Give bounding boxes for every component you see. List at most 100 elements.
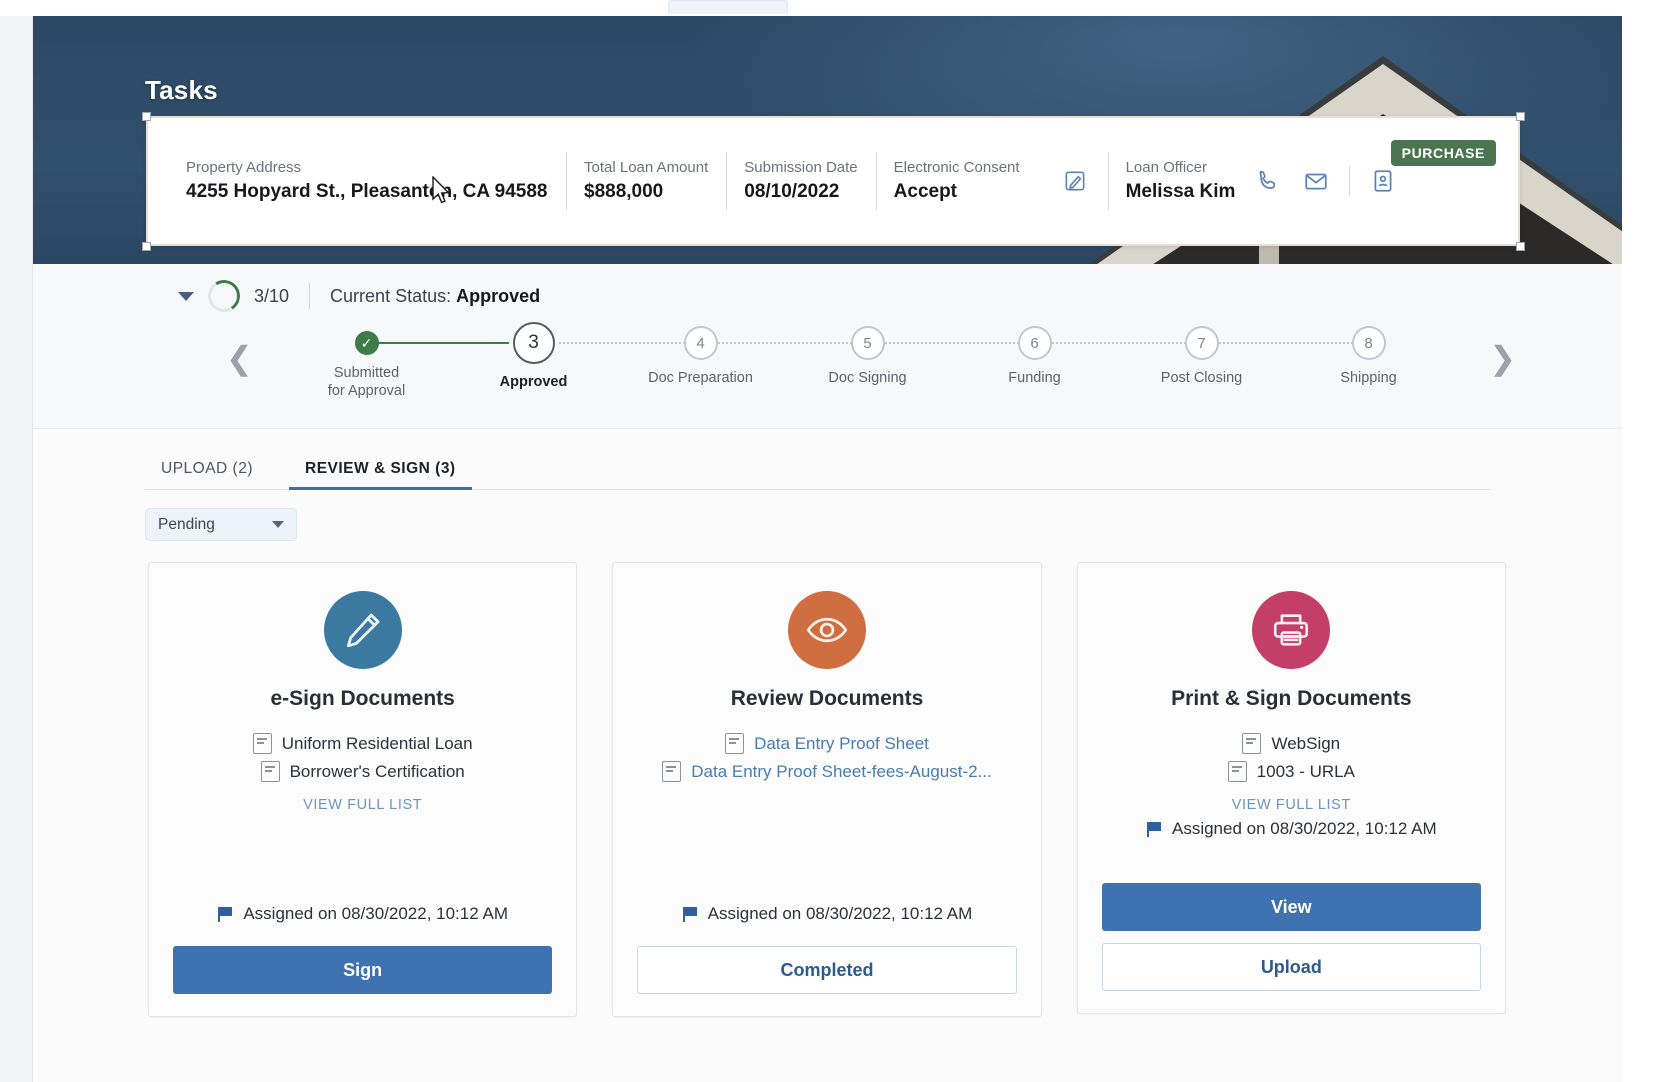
status-filter-value: Pending <box>158 515 215 533</box>
assigned-date: Assigned on 08/30/2022, 10:12 AM <box>1171 819 1437 838</box>
chevron-down-icon <box>272 521 284 528</box>
field-label: Property Address <box>186 159 302 176</box>
milestone-stepper: ❮ ❯ ✓ Submitted for Approval 3 Approved … <box>178 322 1562 418</box>
field-value: Melissa Kim <box>1125 181 1236 202</box>
document-name: Borrower's Certification <box>289 761 465 781</box>
current-status: Current Status: Approved <box>330 286 540 307</box>
field-label: Total Loan Amount <box>584 159 709 176</box>
assigned-date: Assigned on 08/30/2022, 10:12 AM <box>243 904 508 923</box>
card-title: Print & Sign Documents <box>1171 687 1412 710</box>
upload-button[interactable]: Upload <box>1101 943 1481 991</box>
field-total-loan-amount: Total Loan Amount $888,000 <box>566 150 726 212</box>
task-tabs: UPLOAD (2) REVIEW & SIGN (3) <box>145 448 1490 490</box>
app-page: Tasks Property Address 4255 Hopyard St.,… <box>0 0 1666 1082</box>
list-item[interactable]: Uniform Residential Loan <box>252 733 473 754</box>
document-name: Data Entry Proof Sheet-fees-August-2... <box>691 761 992 781</box>
step-marker: 4 <box>683 326 718 360</box>
document-icon <box>725 733 745 754</box>
icon-divider <box>1349 166 1351 196</box>
task-card-print-sign: Print & Sign Documents WebSign 1003 - UR… <box>1076 562 1506 1014</box>
stepper-step-submitted[interactable]: ✓ Submitted for Approval <box>283 326 534 418</box>
document-icon <box>260 761 280 782</box>
step-marker: 8 <box>1351 326 1386 360</box>
contact-card-icon[interactable] <box>1368 166 1398 196</box>
field-label: Loan Officer <box>1125 159 1208 176</box>
assigned-on-text: Assigned on 08/30/2022, 10:12 AM <box>1146 819 1437 839</box>
selection-handle-top-left[interactable] <box>142 112 151 121</box>
document-list: Data Entry Proof Sheet Data Entry Proof … <box>637 733 1016 789</box>
list-item[interactable]: Data Entry Proof Sheet <box>725 733 929 754</box>
assigned-date: Assigned on 08/30/2022, 10:12 AM <box>707 904 973 923</box>
tab-upload[interactable]: UPLOAD (2) <box>145 460 269 489</box>
view-full-list-link[interactable]: VIEW FULL LIST <box>303 797 422 813</box>
stepper-steps: ✓ Submitted for Approval 3 Approved 4 Do… <box>283 322 1452 418</box>
sign-button[interactable]: Sign <box>173 946 553 994</box>
document-list: WebSign 1003 - URLA <box>1102 733 1481 789</box>
field-submission-date: Submission Date 08/10/2022 <box>726 150 875 212</box>
browser-tab-nub[interactable] <box>668 0 788 14</box>
task-card-esign: e-Sign Documents Uniform Residential Loa… <box>148 562 578 1017</box>
status-summary-row: 3/10 Current Status: Approved <box>178 277 540 315</box>
list-item[interactable]: Data Entry Proof Sheet-fees-August-2... <box>662 761 992 782</box>
browser-top-strip <box>0 0 1666 16</box>
current-status-label: Current Status: <box>330 285 452 306</box>
assigned-on-text: Assigned on 08/30/2022, 10:12 AM <box>682 904 973 924</box>
document-name: 1003 - URLA <box>1256 761 1355 781</box>
printer-icon <box>1252 591 1331 669</box>
step-label: Funding <box>1008 370 1061 386</box>
step-marker: 7 <box>1184 326 1219 360</box>
document-icon <box>662 761 682 782</box>
phone-icon[interactable] <box>1253 166 1283 196</box>
step-marker: ✓ <box>354 331 379 355</box>
pencil-icon <box>323 591 402 669</box>
tab-review-and-sign[interactable]: REVIEW & SIGN (3) <box>289 460 472 490</box>
field-loan-officer: Loan Officer Melissa Kim <box>1107 150 1417 212</box>
status-filter-dropdown[interactable]: Pending <box>145 508 297 541</box>
stepper-step-doc-preparation[interactable]: 4 Doc Preparation <box>617 326 868 418</box>
loan-status-strip: 3/10 Current Status: Approved ❮ ❯ ✓ Subm… <box>33 264 1622 429</box>
list-item[interactable]: Borrower's Certification <box>260 761 465 782</box>
envelope-icon[interactable] <box>1301 166 1331 196</box>
document-icon <box>1227 761 1247 782</box>
completed-button[interactable]: Completed <box>637 946 1017 994</box>
stepper-step-shipping[interactable]: 8 Shipping <box>1285 326 1452 418</box>
list-item[interactable]: 1003 - URLA <box>1227 761 1355 782</box>
status-divider <box>309 283 311 309</box>
field-value: $888,000 <box>584 181 664 202</box>
progress-ring-icon <box>205 277 243 315</box>
step-marker: 5 <box>850 326 885 360</box>
step-marker: 3 <box>512 322 555 364</box>
selection-handle-bottom-right[interactable] <box>1516 242 1525 251</box>
list-item[interactable]: WebSign <box>1242 733 1340 754</box>
eye-icon <box>787 591 866 669</box>
right-gutter <box>1622 0 1666 1082</box>
step-label: Approved <box>499 374 568 390</box>
stepper-step-doc-signing[interactable]: 5 Doc Signing <box>784 326 1035 418</box>
document-name: Uniform Residential Loan <box>281 733 473 753</box>
field-electronic-consent: Electronic Consent Accept <box>875 150 1108 212</box>
task-card-list: e-Sign Documents Uniform Residential Loa… <box>148 562 1506 1022</box>
selection-handle-top-right[interactable] <box>1516 112 1525 121</box>
page-title: Tasks <box>145 75 218 105</box>
document-icon <box>1242 733 1262 754</box>
assigned-on-text: Assigned on 08/30/2022, 10:12 AM <box>217 904 508 924</box>
stepper-step-post-closing[interactable]: 7 Post Closing <box>1118 326 1369 418</box>
flag-icon <box>1146 821 1162 837</box>
signature-icon[interactable] <box>1060 166 1090 196</box>
selection-handle-bottom-left[interactable] <box>142 242 151 251</box>
field-property-address: Property Address 4255 Hopyard St., Pleas… <box>166 150 566 212</box>
stepper-step-funding[interactable]: 6 Funding <box>951 326 1202 418</box>
left-gutter <box>0 0 33 1082</box>
loan-summary-card: Property Address 4255 Hopyard St., Pleas… <box>146 116 1520 246</box>
stepper-next-icon[interactable]: ❯ <box>1489 342 1516 374</box>
stepper-step-approved[interactable]: 3 Approved <box>450 322 701 418</box>
stepper-prev-icon[interactable]: ❮ <box>226 342 253 374</box>
document-name: WebSign <box>1271 733 1341 753</box>
field-value: 4255 Hopyard St., Pleasanton, CA 94588 <box>186 181 548 202</box>
view-button[interactable]: View <box>1101 883 1481 931</box>
view-full-list-link[interactable]: VIEW FULL LIST <box>1232 797 1351 813</box>
task-card-review: Review Documents Data Entry Proof Sheet … <box>612 562 1042 1017</box>
field-value: 08/10/2022 <box>744 181 840 202</box>
step-label: Doc Preparation <box>648 370 753 386</box>
collapse-caret-icon[interactable] <box>178 291 194 301</box>
